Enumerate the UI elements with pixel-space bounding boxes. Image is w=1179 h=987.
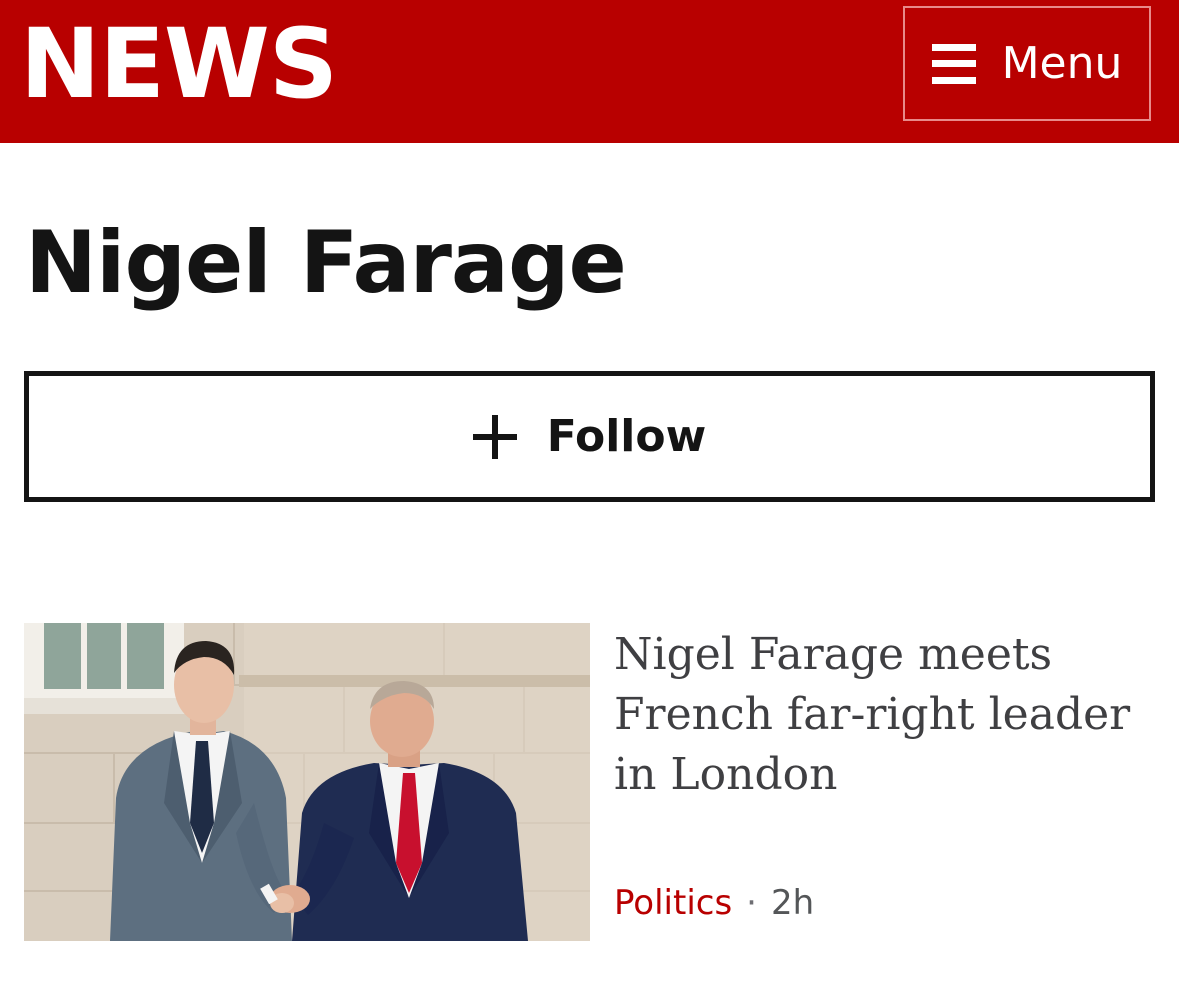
story-headline[interactable]: Nigel Farage meets French far-right lead…	[614, 625, 1159, 805]
menu-button[interactable]: Menu	[903, 6, 1151, 121]
story-card[interactable]: Nigel Farage meets French far-right lead…	[24, 623, 1155, 943]
plus-icon	[472, 414, 517, 459]
site-header: NEWS Menu	[0, 0, 1179, 143]
news-logo[interactable]: NEWS	[20, 16, 338, 112]
story-image[interactable]	[24, 623, 590, 941]
meta-separator: ·	[746, 883, 757, 923]
story-timestamp: 2h	[770, 883, 815, 923]
page-title: Nigel Farage	[25, 213, 627, 313]
story-meta: Politics · 2h	[614, 881, 814, 925]
menu-label: Menu	[1001, 37, 1123, 89]
topic-link[interactable]: Politics	[614, 881, 732, 925]
follow-label: Follow	[546, 411, 707, 462]
follow-button[interactable]: Follow	[24, 371, 1155, 502]
hamburger-icon	[931, 43, 976, 84]
